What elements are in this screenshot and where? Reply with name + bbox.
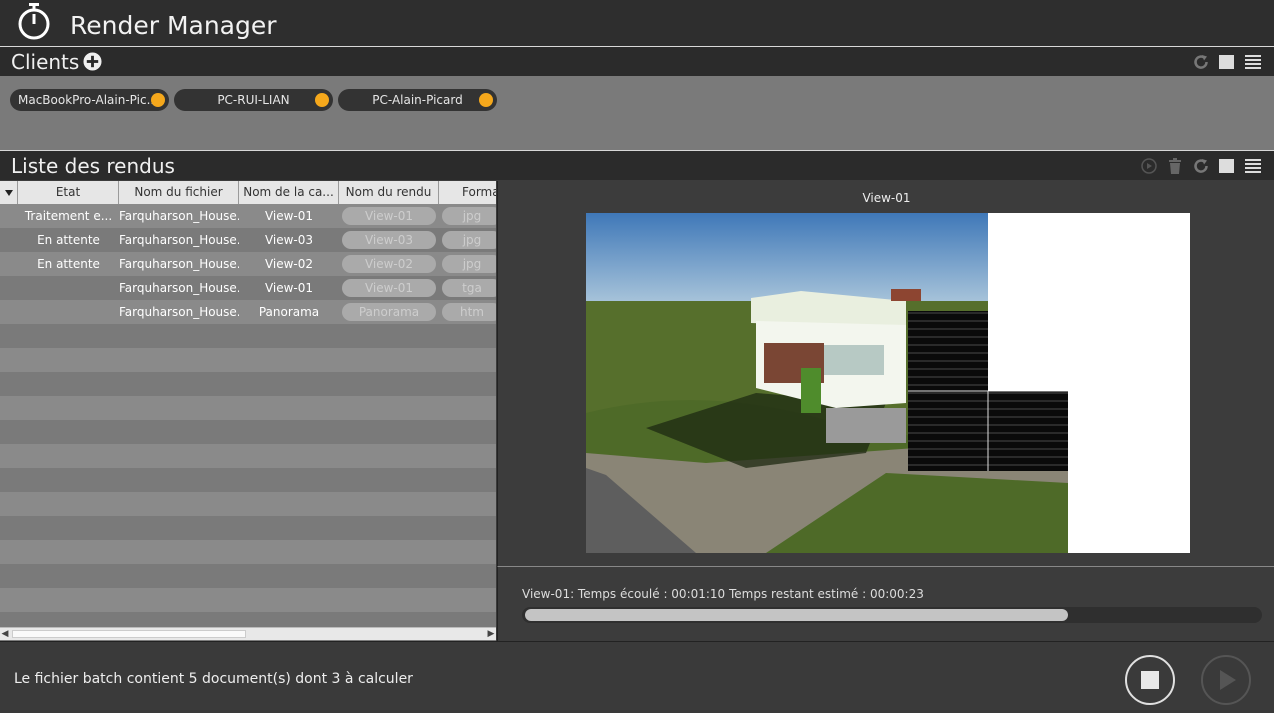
batch-status-text: Le fichier batch contient 5 document(s) … bbox=[14, 671, 413, 687]
list-view-icon[interactable] bbox=[1244, 157, 1262, 175]
table-row[interactable]: Traitement e... Farquharson_House... View-… bbox=[0, 204, 496, 228]
column-header-rendu[interactable]: Nom du rendu bbox=[339, 181, 439, 204]
table-row bbox=[0, 348, 496, 372]
stop-icon bbox=[1141, 671, 1159, 689]
column-header-camera[interactable]: Nom de la ca... bbox=[239, 181, 339, 204]
table-row bbox=[0, 372, 496, 396]
start-button[interactable] bbox=[1201, 655, 1251, 705]
renders-table: Etat Nom du fichier Nom de la ca... Nom … bbox=[0, 181, 496, 641]
renders-header: Liste des rendus bbox=[0, 150, 1274, 180]
refresh-icon[interactable] bbox=[1192, 157, 1210, 175]
column-header-format[interactable]: Forma bbox=[439, 181, 496, 204]
grid-view-icon[interactable] bbox=[1218, 157, 1236, 175]
render-progress-bar bbox=[522, 607, 1262, 623]
cell-rendu-field[interactable]: View-01 bbox=[342, 207, 436, 225]
title-bar: Render Manager bbox=[0, 0, 1274, 46]
clients-title: Clients bbox=[11, 50, 80, 74]
table-row[interactable]: Farquharson_House... View-01 View-01 tga bbox=[0, 276, 496, 300]
play-icon bbox=[1220, 670, 1236, 690]
cell-etat bbox=[18, 276, 119, 300]
table-row[interactable]: En attente Farquharson_House... View-03 Vie… bbox=[0, 228, 496, 252]
cell-rendu-field[interactable]: Panorama bbox=[342, 303, 436, 321]
column-header-etat[interactable]: Etat bbox=[18, 181, 119, 204]
column-header-fichier[interactable]: Nom du fichier bbox=[119, 181, 239, 204]
client-chip[interactable]: PC-RUI-LIAN bbox=[174, 89, 333, 111]
client-chip[interactable]: MacBookPro-Alain-Pic... bbox=[10, 89, 169, 111]
cell-fichier: Farquharson_House... bbox=[119, 305, 239, 319]
stop-button[interactable] bbox=[1125, 655, 1175, 705]
cell-etat bbox=[18, 300, 119, 324]
renders-title: Liste des rendus bbox=[11, 154, 175, 178]
stopwatch-icon bbox=[18, 3, 50, 40]
trash-icon[interactable] bbox=[1166, 157, 1184, 175]
cell-camera: View-02 bbox=[264, 257, 314, 271]
play-render-icon[interactable] bbox=[1140, 157, 1158, 175]
preview-title: View-01 bbox=[862, 191, 911, 205]
clients-list: MacBookPro-Alain-Pic... PC-RUI-LIAN PC-A… bbox=[0, 76, 1274, 150]
table-row bbox=[0, 516, 496, 540]
clients-header: Clients bbox=[0, 46, 1274, 76]
footer-bar: Le fichier batch contient 5 document(s) … bbox=[0, 641, 1274, 713]
table-row bbox=[0, 396, 496, 420]
cell-fichier: Farquharson_House... bbox=[119, 233, 239, 247]
scrollbar-thumb[interactable] bbox=[12, 630, 246, 638]
sort-dropdown-button[interactable] bbox=[0, 181, 18, 204]
progress-panel: View-01: Temps écoulé : 00:01:10 Temps r… bbox=[497, 566, 1274, 641]
client-label: MacBookPro-Alain-Pic... bbox=[18, 93, 159, 107]
cell-format-field[interactable]: tga bbox=[442, 279, 496, 297]
table-row bbox=[0, 492, 496, 516]
chevron-down-icon bbox=[4, 190, 13, 196]
cell-rendu-field[interactable]: View-03 bbox=[342, 231, 436, 249]
cell-rendu-field[interactable]: View-02 bbox=[342, 255, 436, 273]
cell-camera: View-03 bbox=[264, 233, 314, 247]
status-dot-icon bbox=[479, 93, 493, 107]
client-label: PC-RUI-LIAN bbox=[217, 93, 290, 107]
table-row bbox=[0, 420, 496, 444]
renders-toolbar bbox=[1140, 157, 1262, 175]
cell-format-field[interactable]: jpg bbox=[442, 255, 496, 273]
cell-etat: Traitement e... bbox=[24, 209, 113, 223]
table-row bbox=[0, 564, 496, 588]
cell-fichier: Farquharson_House... bbox=[119, 209, 239, 223]
list-view-icon[interactable] bbox=[1244, 53, 1262, 71]
add-client-icon[interactable] bbox=[83, 52, 102, 71]
table-row[interactable]: Farquharson_House... Panorama Panorama htm bbox=[0, 300, 496, 324]
table-row bbox=[0, 324, 496, 348]
table-row bbox=[0, 540, 496, 564]
table-row bbox=[0, 468, 496, 492]
table-row bbox=[0, 444, 496, 468]
cell-fichier: Farquharson_House... bbox=[119, 257, 239, 271]
house-render-image bbox=[586, 213, 1190, 553]
cell-etat: En attente bbox=[37, 257, 100, 271]
scroll-left-icon[interactable]: ◀ bbox=[0, 628, 10, 640]
client-label: PC-Alain-Picard bbox=[372, 93, 463, 107]
app-title: Render Manager bbox=[70, 11, 277, 40]
refresh-icon[interactable] bbox=[1192, 53, 1210, 71]
grid-view-icon[interactable] bbox=[1218, 53, 1236, 71]
client-chip[interactable]: PC-Alain-Picard bbox=[338, 89, 497, 111]
scroll-right-icon[interactable]: ▶ bbox=[486, 628, 496, 640]
table-row bbox=[0, 588, 496, 612]
status-dot-icon bbox=[151, 93, 165, 107]
render-preview-image bbox=[586, 213, 1190, 553]
preview-panel: View-01 bbox=[497, 181, 1274, 566]
cell-camera: View-01 bbox=[264, 281, 314, 295]
cell-format-field[interactable]: jpg bbox=[442, 231, 496, 249]
table-row[interactable]: En attente Farquharson_House... View-02 Vie… bbox=[0, 252, 496, 276]
progress-status-text: View-01: Temps écoulé : 00:01:10 Temps r… bbox=[522, 587, 924, 601]
horizontal-scrollbar[interactable]: ◀ ▶ bbox=[0, 627, 496, 640]
cell-format-field[interactable]: jpg bbox=[442, 207, 496, 225]
progress-fill bbox=[525, 609, 1069, 621]
cell-format-field[interactable]: htm bbox=[442, 303, 496, 321]
cell-camera: Panorama bbox=[258, 305, 320, 319]
cell-rendu-field[interactable]: View-01 bbox=[342, 279, 436, 297]
cell-etat: En attente bbox=[37, 233, 100, 247]
render-manager-window: Render Manager Clients MacBookPro-Alain-… bbox=[0, 0, 1274, 713]
cell-fichier: Farquharson_House... bbox=[119, 281, 239, 295]
cell-camera: View-01 bbox=[264, 209, 314, 223]
clients-toolbar bbox=[1192, 53, 1262, 71]
status-dot-icon bbox=[315, 93, 329, 107]
table-header: Etat Nom du fichier Nom de la ca... Nom … bbox=[0, 181, 496, 204]
